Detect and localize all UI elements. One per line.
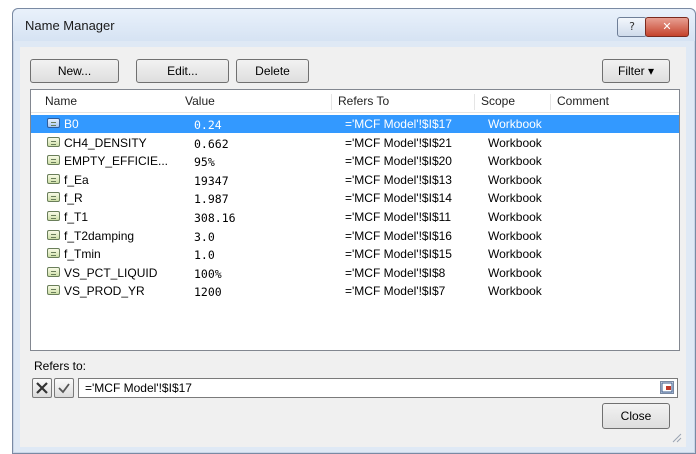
refers-to-input[interactable]: ='MCF Model'!$I$17 <box>78 378 678 398</box>
row-name: f_T2damping <box>64 228 135 243</box>
row-refers-to: ='MCF Model'!$I$11 <box>345 210 452 224</box>
delete-button[interactable]: Delete <box>236 59 309 83</box>
row-refers-to: ='MCF Model'!$I$16 <box>345 228 452 243</box>
named-range-icon <box>47 211 60 221</box>
row-value: 95% <box>194 155 215 170</box>
cancel-edit-button[interactable] <box>32 378 52 398</box>
title-bar[interactable]: Name Manager ? ✕ <box>13 9 695 41</box>
row-name: f_T1 <box>64 210 89 224</box>
list-item[interactable]: f_Tmin 1.0 ='MCF Model'!$I$15 Workbook <box>31 245 679 263</box>
row-scope: Workbook <box>488 228 542 243</box>
row-scope: Workbook <box>488 265 542 280</box>
named-range-icon <box>47 266 60 277</box>
range-select-icon <box>661 382 673 393</box>
row-scope: Workbook <box>488 247 542 262</box>
help-button[interactable]: ? <box>617 17 647 37</box>
named-range-icon <box>47 248 60 259</box>
row-value: 3.0 <box>194 229 215 244</box>
row-refers-to: ='MCF Model'!$I$7 <box>345 284 446 299</box>
row-name: f_Tmin <box>64 247 101 262</box>
row-name: EMPTY_EFFICIE... <box>64 154 169 169</box>
collapse-dialog-button[interactable] <box>660 381 674 394</box>
name-manager-dialog: Name Manager ? ✕ New... Edit... Delete F… <box>12 8 696 454</box>
row-scope: Workbook <box>488 284 542 299</box>
row-name: VS_PCT_LIQUID <box>64 265 158 280</box>
row-value: 308.16 <box>194 211 236 225</box>
list-item[interactable]: EMPTY_EFFICIE... 95% ='MCF Model'!$I$20 Wor… <box>31 152 679 170</box>
column-header-name[interactable]: Name <box>39 94 179 110</box>
row-value: 0.662 <box>194 136 229 151</box>
row-scope: Workbook <box>488 135 542 150</box>
row-name: f_Ea <box>64 172 89 187</box>
row-scope: Workbook <box>488 117 542 131</box>
row-value: 100% <box>194 266 222 281</box>
refers-to-label: Refers to: <box>34 359 87 373</box>
list-item[interactable]: VS_PCT_LIQUID 100% ='MCF Model'!$I$8 Workbo… <box>31 264 679 282</box>
filter-button[interactable]: Filter ▾ <box>602 59 670 83</box>
row-name: f_R <box>64 191 83 206</box>
list-item[interactable]: f_R 1.987 ='MCF Model'!$I$14 Workbook <box>31 189 679 207</box>
row-refers-to: ='MCF Model'!$I$21 <box>345 135 452 150</box>
list-header: Name Value Refers To Scope Comment <box>31 90 679 113</box>
refers-to-value: ='MCF Model'!$I$17 <box>85 381 192 395</box>
close-button[interactable]: Close <box>602 403 670 429</box>
row-refers-to: ='MCF Model'!$I$13 <box>345 172 452 187</box>
list-item[interactable]: f_Ea 19347 ='MCF Model'!$I$13 Workbook <box>31 171 679 189</box>
named-range-icon <box>47 173 60 184</box>
column-header-comment[interactable]: Comment <box>551 94 671 110</box>
list-item[interactable]: f_T2damping 3.0 ='MCF Model'!$I$16 Workbook <box>31 227 679 245</box>
row-value: 1.0 <box>194 248 215 263</box>
row-refers-to: ='MCF Model'!$I$17 <box>345 117 452 131</box>
checkmark-icon <box>58 383 70 394</box>
column-header-scope[interactable]: Scope <box>475 94 551 110</box>
column-header-refers-to[interactable]: Refers To <box>332 94 475 110</box>
row-value: 1.987 <box>194 192 229 207</box>
dialog-body: New... Edit... Delete Filter ▾ Name Valu… <box>20 47 686 447</box>
edit-button[interactable]: Edit... <box>136 59 229 83</box>
list-item[interactable]: f_T1 308.16 ='MCF Model'!$I$11 Workbook <box>31 208 679 226</box>
row-name: VS_PROD_YR <box>64 284 145 299</box>
row-value: 1200 <box>194 285 222 300</box>
named-range-icon <box>47 229 60 240</box>
resize-grip-icon[interactable] <box>672 433 682 443</box>
dialog-title: Name Manager <box>25 18 115 33</box>
close-window-button[interactable]: ✕ <box>645 17 689 37</box>
named-range-icon <box>47 285 60 296</box>
row-scope: Workbook <box>488 191 542 206</box>
row-value: 0.24 <box>194 118 222 132</box>
row-scope: Workbook <box>488 172 542 187</box>
row-name: B0 <box>64 117 79 131</box>
row-refers-to: ='MCF Model'!$I$15 <box>345 247 452 262</box>
x-icon <box>36 382 48 394</box>
named-range-icon <box>47 192 60 203</box>
row-refers-to: ='MCF Model'!$I$8 <box>345 265 446 280</box>
row-value: 19347 <box>194 173 229 188</box>
column-header-value[interactable]: Value <box>179 94 332 110</box>
names-list[interactable]: Name Value Refers To Scope Comment B0 0.2… <box>30 89 680 351</box>
new-button[interactable]: New... <box>30 59 119 83</box>
list-item[interactable]: VS_PROD_YR 1200 ='MCF Model'!$I$7 Workbook <box>31 282 679 300</box>
list-item[interactable]: B0 0.24 ='MCF Model'!$I$17 Workbook <box>31 115 679 133</box>
named-range-icon <box>47 155 60 166</box>
confirm-edit-button[interactable] <box>54 378 74 398</box>
row-refers-to: ='MCF Model'!$I$20 <box>345 154 452 169</box>
named-range-icon <box>47 136 60 147</box>
list-item[interactable]: CH4_DENSITY 0.662 ='MCF Model'!$I$21 Workbo… <box>31 134 679 152</box>
row-refers-to: ='MCF Model'!$I$14 <box>345 191 452 206</box>
named-range-icon <box>47 118 60 128</box>
row-name: CH4_DENSITY <box>64 135 147 150</box>
row-scope: Workbook <box>488 154 542 169</box>
row-scope: Workbook <box>488 210 542 224</box>
